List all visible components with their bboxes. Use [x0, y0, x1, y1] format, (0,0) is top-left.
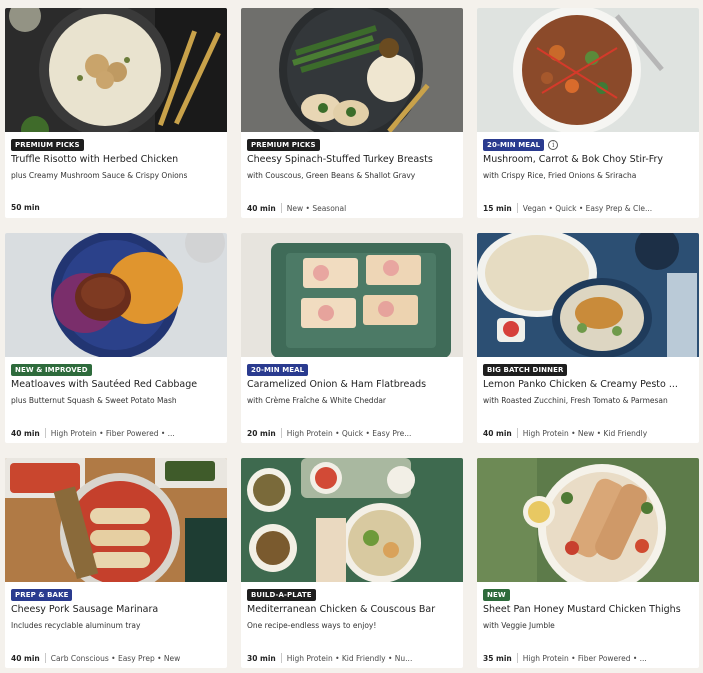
meal-title[interactable]: Lemon Panko Chicken & Creamy Pesto ...: [483, 379, 695, 390]
meal-card[interactable]: NEW & IMPROVED Meatloaves with Sautéed R…: [5, 233, 227, 443]
meal-tags: High Protein • New • Kid Friendly: [522, 428, 648, 438]
divider: [516, 428, 518, 438]
meal-badge: 20-MIN MEAL: [483, 138, 545, 151]
cook-time: 40 min: [11, 428, 40, 438]
meal-tags: High Protein • Fiber Powered • ...: [522, 653, 647, 663]
meal-subtitle: with Crème Fraîche & White Cheddar: [247, 396, 387, 405]
meal-card[interactable]: PREP & BAKE Cheesy Pork Sausage Marinara…: [5, 458, 227, 668]
meal-badge: BIG BATCH DINNER: [483, 363, 568, 376]
cook-time: 50 min: [11, 203, 40, 212]
meal-subtitle: plus Creamy Mushroom Sauce & Crispy Onio…: [11, 171, 188, 180]
cook-time: 40 min: [483, 428, 512, 438]
meal-subtitle: with Couscous, Green Beans & Shallot Gra…: [247, 171, 416, 180]
meal-meta: 40 min Carb Conscious • Easy Prep • New: [11, 653, 223, 663]
meal-badge: NEW: [483, 588, 510, 601]
badge-row: 20-MIN MEAL i: [483, 138, 559, 151]
cook-time: 40 min: [11, 653, 40, 663]
meal-subtitle: with Veggie Jumble: [483, 621, 555, 630]
meal-meta: 20 min High Protein • Quick • Easy Pre..…: [247, 428, 459, 438]
meal-tags: Vegan • Quick • Easy Prep & Cle...: [522, 203, 653, 213]
meal-card[interactable]: 20-MIN MEAL Caramelized Onion & Ham Flat…: [241, 233, 463, 443]
meal-card[interactable]: NEW Sheet Pan Honey Mustard Chicken Thig…: [477, 458, 699, 668]
divider: [516, 203, 518, 213]
meal-card[interactable]: 20-MIN MEAL i Mushroom, Carrot & Bok Cho…: [477, 8, 699, 218]
meal-photo[interactable]: [241, 458, 463, 582]
meal-meta: 30 min High Protein • Kid Friendly • Nu.…: [247, 653, 459, 663]
badge-row: PREMIUM PICKS: [247, 138, 320, 151]
badge-row: BIG BATCH DINNER: [483, 363, 568, 376]
divider: [280, 203, 282, 213]
meal-photo[interactable]: [241, 8, 463, 132]
meal-photo[interactable]: [477, 233, 699, 357]
meal-meta: 40 min High Protein • New • Kid Friendly: [483, 428, 695, 438]
meal-meta: 15 min Vegan • Quick • Easy Prep & Cle..…: [483, 203, 695, 213]
meal-title[interactable]: Truffle Risotto with Herbed Chicken: [11, 154, 223, 165]
meal-title[interactable]: Cheesy Pork Sausage Marinara: [11, 604, 223, 615]
cook-time: 35 min: [483, 653, 512, 663]
info-icon[interactable]: i: [548, 139, 559, 150]
badge-row: PREMIUM PICKS: [11, 138, 84, 151]
badge-row: NEW & IMPROVED: [11, 363, 92, 376]
meal-card[interactable]: BUILD-A-PLATE Mediterranean Chicken & Co…: [241, 458, 463, 668]
badge-row: PREP & BAKE: [11, 588, 73, 601]
meal-badge: NEW & IMPROVED: [11, 363, 92, 376]
meal-card[interactable]: PREMIUM PICKS Truffle Risotto with Herbe…: [5, 8, 227, 218]
meal-subtitle: plus Butternut Squash & Sweet Potato Mas…: [11, 396, 177, 405]
meal-photo[interactable]: [241, 233, 463, 357]
meal-photo[interactable]: [5, 233, 227, 357]
meal-title[interactable]: Sheet Pan Honey Mustard Chicken Thighs: [483, 604, 695, 615]
meal-title[interactable]: Cheesy Spinach-Stuffed Turkey Breasts: [247, 154, 459, 165]
meal-subtitle: One recipe-endless ways to enjoy!: [247, 621, 377, 630]
meal-subtitle: Includes recyclable aluminum tray: [11, 621, 141, 630]
badge-row: BUILD-A-PLATE: [247, 588, 316, 601]
divider: [280, 428, 282, 438]
meal-badge: PREMIUM PICKS: [11, 138, 84, 151]
badge-row: NEW: [483, 588, 510, 601]
cook-time: 20 min: [247, 428, 276, 438]
meal-subtitle: with Crispy Rice, Fried Onions & Srirach…: [483, 171, 637, 180]
meal-photo[interactable]: [5, 8, 227, 132]
meal-tags: New • Seasonal: [286, 203, 347, 213]
meal-meta: 40 min High Protein • Fiber Powered • ..…: [11, 428, 223, 438]
meal-grid: PREMIUM PICKS Truffle Risotto with Herbe…: [0, 0, 703, 673]
meal-meta: 40 min New • Seasonal: [247, 203, 459, 213]
meal-title[interactable]: Caramelized Onion & Ham Flatbreads: [247, 379, 459, 390]
cook-time: 15 min: [483, 203, 512, 213]
divider: [280, 653, 282, 663]
meal-badge: PREP & BAKE: [11, 588, 73, 601]
meal-meta: 50 min: [11, 203, 223, 212]
meal-title[interactable]: Mushroom, Carrot & Bok Choy Stir-Fry: [483, 154, 695, 165]
meal-card[interactable]: PREMIUM PICKS Cheesy Spinach-Stuffed Tur…: [241, 8, 463, 218]
meal-tags: Carb Conscious • Easy Prep • New: [50, 653, 181, 663]
divider: [44, 428, 46, 438]
meal-photo[interactable]: [477, 8, 699, 132]
meal-photo[interactable]: [5, 458, 227, 582]
meal-badge: 20-MIN MEAL: [247, 363, 309, 376]
meal-meta: 35 min High Protein • Fiber Powered • ..…: [483, 653, 695, 663]
meal-card[interactable]: BIG BATCH DINNER Lemon Panko Chicken & C…: [477, 233, 699, 443]
cook-time: 40 min: [247, 203, 276, 213]
meal-badge: PREMIUM PICKS: [247, 138, 320, 151]
meal-tags: High Protein • Fiber Powered • ...: [50, 428, 175, 438]
divider: [516, 653, 518, 663]
meal-tags: High Protein • Kid Friendly • Nu...: [286, 653, 413, 663]
meal-tags: High Protein • Quick • Easy Pre...: [286, 428, 412, 438]
badge-row: 20-MIN MEAL: [247, 363, 309, 376]
meal-title[interactable]: Meatloaves with Sautéed Red Cabbage: [11, 379, 223, 390]
meal-subtitle: with Roasted Zucchini, Fresh Tomato & Pa…: [483, 396, 668, 405]
divider: [44, 653, 46, 663]
meal-photo[interactable]: [477, 458, 699, 582]
cook-time: 30 min: [247, 653, 276, 663]
meal-title[interactable]: Mediterranean Chicken & Couscous Bar: [247, 604, 459, 615]
meal-badge: BUILD-A-PLATE: [247, 588, 316, 601]
